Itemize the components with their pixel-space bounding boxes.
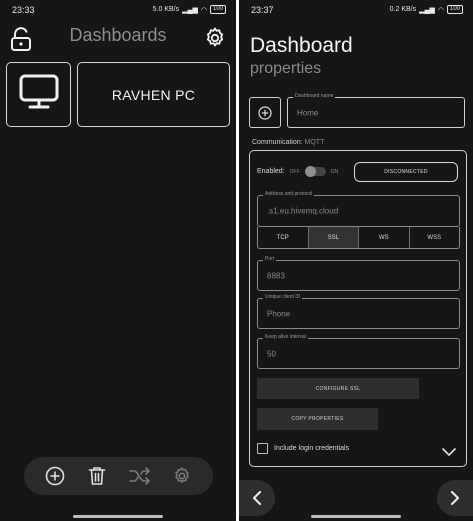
signal-icon: ▂▄▆	[419, 6, 435, 14]
toggle-off-label: OFF	[289, 168, 300, 175]
keep-alive-field[interactable]: Keep alive interval 50	[257, 334, 460, 369]
chevron-right-icon	[451, 491, 459, 505]
wifi-icon: ◠	[200, 6, 207, 14]
field-label: Keep alive interval	[263, 334, 308, 340]
protocol-ssl[interactable]: SSL	[308, 227, 359, 248]
page-title: Dashboards	[69, 25, 167, 45]
battery-icon: 100	[446, 5, 463, 14]
enabled-row: Enabled: OFF ON	[257, 166, 339, 177]
address-input[interactable]: .s1.eu.hivemq.cloud	[267, 207, 338, 216]
dashboard-tile[interactable]: RAVHEN PC	[77, 62, 230, 127]
connection-status-button[interactable]: DISCONNECTED	[354, 162, 458, 182]
include-credentials-label: Include login credentials	[274, 445, 350, 452]
status-time: 23:37	[251, 5, 274, 15]
signal-icon: ▂▄▆	[182, 6, 198, 14]
dashboards-screen: 23:33 5.0 KB/s ▂▄▆ ◠ 100 Dashboards RAVH…	[0, 0, 236, 521]
wifi-icon: ◠	[437, 6, 444, 14]
enabled-toggle[interactable]	[304, 166, 326, 177]
shuffle-icon[interactable]	[128, 465, 151, 487]
communication-type: MQTT	[304, 139, 325, 146]
home-indicator[interactable]	[73, 515, 163, 518]
enabled-label: Enabled:	[257, 168, 285, 175]
network-speed: 0.2 KB/s	[389, 6, 417, 13]
chevron-down-icon[interactable]	[442, 444, 456, 456]
battery-icon: 100	[209, 5, 226, 14]
status-time: 23:33	[12, 5, 35, 15]
communication-label: Communication: MQTT	[252, 139, 325, 146]
port-field[interactable]: Port 8883	[257, 256, 460, 291]
client-id-input[interactable]: Phone	[267, 309, 290, 318]
copy-properties-button[interactable]: COPY PROPERTIES	[257, 408, 378, 430]
add-circle-icon[interactable]	[44, 465, 66, 487]
home-indicator[interactable]	[311, 515, 401, 518]
trash-icon[interactable]	[86, 465, 108, 487]
include-credentials-row: Include login credentials	[257, 443, 349, 454]
protocol-wss[interactable]: WSS	[410, 227, 460, 248]
field-label: Address and protocol	[263, 191, 315, 197]
chevron-left-icon	[253, 491, 261, 505]
gear-icon[interactable]	[203, 26, 227, 50]
add-icon-button[interactable]	[249, 97, 281, 128]
dashboard-tile-icon[interactable]	[6, 62, 71, 127]
communication-panel: Enabled: OFF ON DISCONNECTED Address and…	[249, 150, 467, 467]
port-input[interactable]: 8883	[267, 271, 285, 280]
page-subtitle: properties	[250, 60, 322, 77]
dashboard-name-field[interactable]: Dashboard name Home	[287, 93, 465, 128]
protocol-selector: TCP SSL WS WSS	[257, 227, 460, 249]
protocol-ws[interactable]: WS	[359, 227, 410, 248]
status-bar: 23:37 0.2 KB/s ▂▄▆ ◠ 100	[239, 4, 473, 18]
page-title: Dashboard	[250, 34, 353, 57]
status-bar: 23:33 5.0 KB/s ▂▄▆ ◠ 100	[0, 4, 236, 18]
field-label: Port	[263, 256, 277, 262]
dashboard-name-input[interactable]: Home	[297, 108, 318, 117]
field-label: Dashboard name	[293, 93, 336, 99]
monitor-icon	[19, 74, 59, 115]
field-label: Unique client ID	[263, 294, 303, 300]
toggle-on-label: ON	[330, 168, 339, 175]
dashboard-properties-screen: 23:37 0.2 KB/s ▂▄▆ ◠ 100 Dashboard prope…	[239, 0, 473, 521]
configure-ssl-button[interactable]: CONFIGURE SSL	[257, 378, 419, 399]
next-button[interactable]	[437, 480, 473, 516]
previous-button[interactable]	[239, 480, 275, 516]
protocol-tcp[interactable]: TCP	[258, 227, 309, 248]
address-field[interactable]: Address and protocol .s1.eu.hivemq.cloud	[257, 191, 460, 227]
bottom-toolbar	[24, 457, 213, 495]
gear-icon[interactable]	[171, 465, 193, 487]
keep-alive-input[interactable]: 50	[267, 349, 276, 358]
client-id-field[interactable]: Unique client ID Phone	[257, 294, 460, 329]
add-circle-icon	[258, 105, 272, 120]
network-speed: 5.0 KB/s	[152, 6, 180, 13]
include-credentials-checkbox[interactable]	[257, 443, 268, 454]
